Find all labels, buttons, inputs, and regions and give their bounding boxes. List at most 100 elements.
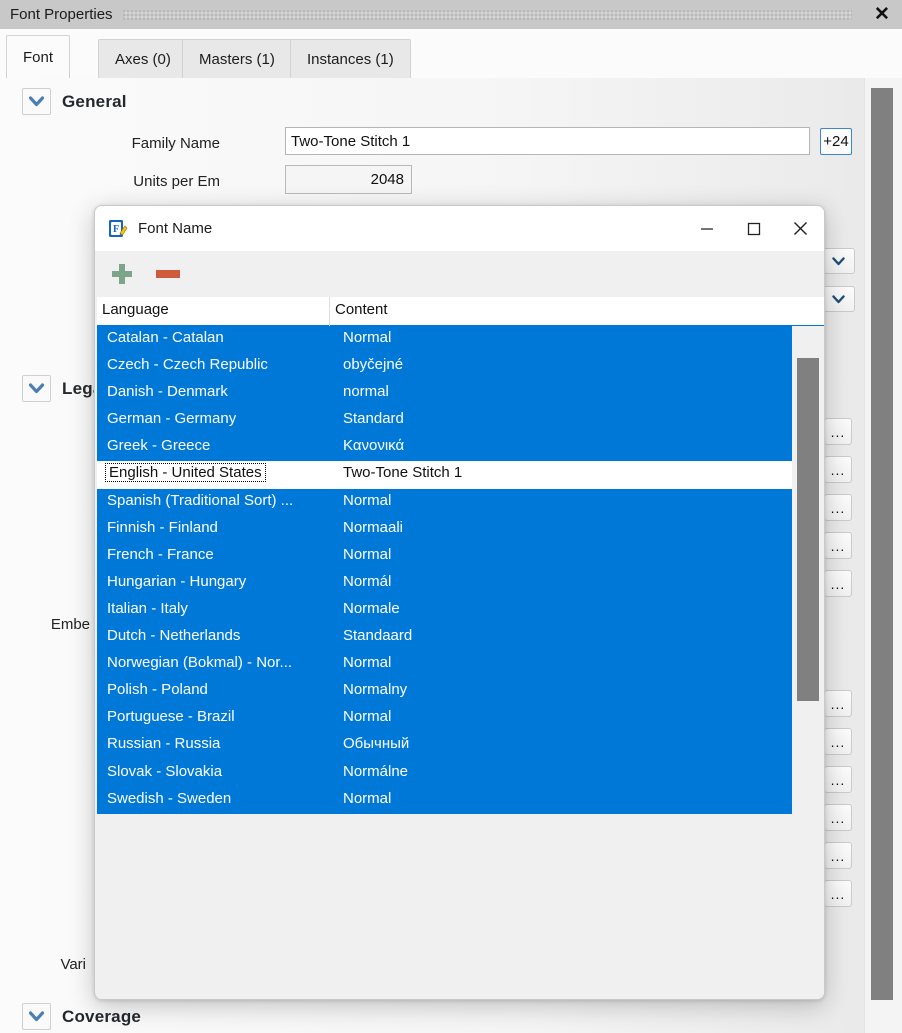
table-row[interactable]: German - Germany Standard (97, 407, 792, 435)
plus-24-button[interactable]: +24 (820, 128, 852, 155)
row-language: French - France (107, 545, 214, 563)
units-per-em-label: Units per Em (133, 173, 220, 190)
tab-strip: Font Axes (0) Masters (1) Instances (1) (0, 29, 902, 79)
section-coverage[interactable]: Coverage (22, 1003, 141, 1030)
row-language: Swedish - Sweden (107, 789, 232, 807)
section-coverage-label: Coverage (62, 1006, 142, 1026)
table-row[interactable]: Finnish - Finland Normaali (97, 515, 792, 543)
row-content: Normálne (343, 762, 409, 780)
tab-instances[interactable]: Instances (1) (290, 39, 411, 78)
row-content: Normál (343, 572, 392, 590)
browse-button-10[interactable]: ... (824, 842, 852, 869)
chevron-down-icon[interactable] (22, 375, 51, 402)
chevron-down-icon[interactable] (22, 88, 51, 115)
table-row[interactable]: Swedish - Sweden Normal (97, 786, 792, 814)
row-content: Normal (343, 789, 392, 807)
table-row[interactable]: Danish - Denmark normal (97, 380, 792, 408)
table-row[interactable]: Catalan - Catalan Normal (97, 326, 792, 354)
family-name-label: Family Name (131, 135, 220, 152)
row-content: normal (343, 383, 389, 401)
family-name-input[interactable]: Two-Tone Stitch 1 (285, 127, 810, 155)
row-content: Two-Tone Stitch 1 (343, 464, 463, 482)
row-language: Finnish - Finland (107, 518, 218, 536)
table-row[interactable]: Norwegian (Bokmal) - Nor... Normal (97, 651, 792, 679)
row-content: Standard (343, 410, 404, 428)
close-icon[interactable] (777, 206, 824, 251)
row-content: Normale (343, 599, 400, 617)
row-content: obyčejné (343, 356, 404, 374)
row-language: Spanish (Traditional Sort) ... (107, 491, 294, 509)
titlebar-gripper (122, 9, 852, 20)
table-row[interactable]: Italian - Italy Normale (97, 596, 792, 625)
close-icon[interactable]: ✕ (862, 0, 902, 29)
row-language: Catalan - Catalan (107, 329, 224, 346)
table-row[interactable]: Dutch - Netherlands Standaard (97, 624, 792, 652)
font-name-dialog: F Font Name Language Content Catalan - C… (94, 205, 825, 1000)
column-header-language[interactable]: Language (102, 301, 169, 318)
list-scrollbar-thumb[interactable] (797, 358, 819, 701)
table-row[interactable]: French - France Normal (97, 542, 792, 570)
embed-label: Embe (50, 616, 90, 633)
table-row-focused[interactable]: English - United States Two-Tone Stitch 1 (97, 461, 792, 489)
font-name-app-icon: F (108, 219, 128, 239)
row-content: Normal (343, 654, 392, 672)
column-divider[interactable] (329, 297, 330, 326)
table-row[interactable]: Czech - Czech Republic obyčejné (97, 353, 792, 381)
window-vertical-scrollbar[interactable] (864, 78, 902, 1033)
browse-button-5[interactable]: ... (824, 570, 852, 597)
list-column-headers: Language Content (97, 297, 824, 326)
remove-icon[interactable] (149, 257, 187, 291)
browse-button-11[interactable]: ... (824, 880, 852, 907)
table-row[interactable]: Spanish (Traditional Sort) ... Normal (97, 488, 792, 516)
browse-button-3[interactable]: ... (824, 494, 852, 521)
column-header-content[interactable]: Content (335, 301, 388, 318)
list-vertical-scrollbar[interactable] (792, 326, 824, 999)
browse-button-7[interactable]: ... (824, 728, 852, 755)
tab-axes[interactable]: Axes (0) (98, 39, 188, 78)
table-row[interactable]: Polish - Poland Normalny (97, 678, 792, 706)
minimize-icon[interactable] (683, 206, 730, 251)
browse-button-9[interactable]: ... (824, 804, 852, 831)
row-content: Κανονικά (343, 437, 405, 455)
browse-button-2[interactable]: ... (824, 456, 852, 483)
tab-masters[interactable]: Masters (1) (182, 39, 292, 78)
browse-button-6[interactable]: ... (824, 690, 852, 717)
chevron-down-icon[interactable] (22, 1003, 51, 1030)
row-content: Обычный (343, 735, 410, 753)
row-content: Normal (343, 491, 392, 509)
row-language: Portuguese - Brazil (107, 708, 235, 726)
row-language: Polish - Poland (107, 681, 208, 699)
table-row[interactable]: Russian - Russia Обычный (97, 732, 792, 760)
row-language: German - Germany (107, 410, 237, 428)
dialog-toolbar (95, 251, 824, 297)
table-row[interactable]: Slovak - Slovakia Normálne (97, 759, 792, 787)
window-titlebar: Font Properties ✕ (0, 0, 902, 29)
row-language: Hungarian - Hungary (107, 572, 247, 590)
section-general[interactable]: General (22, 88, 127, 115)
row-language: Danish - Denmark (107, 383, 228, 401)
tab-font[interactable]: Font (6, 35, 71, 78)
units-per-em-input[interactable]: 2048 (285, 165, 412, 194)
window-scrollbar-thumb[interactable] (871, 88, 893, 1000)
vari-label: Vari (60, 956, 86, 973)
row-language: English - United States (105, 463, 266, 483)
caret-button-2[interactable] (821, 286, 855, 312)
dialog-title: Font Name (138, 220, 213, 237)
list-empty-area (97, 814, 792, 999)
table-row[interactable]: Hungarian - Hungary Normál (97, 569, 792, 597)
table-row[interactable]: Greek - Greece Κανονικά (97, 434, 792, 462)
browse-button-1[interactable]: ... (824, 418, 852, 445)
row-language: Russian - Russia (107, 735, 221, 753)
row-language: Dutch - Netherlands (107, 627, 241, 645)
maximize-icon[interactable] (730, 206, 777, 251)
list-rows-container: Catalan - Catalan Normal Czech - Czech Re… (97, 326, 792, 814)
add-icon[interactable] (103, 257, 141, 291)
browse-button-4[interactable]: ... (824, 532, 852, 559)
font-name-list: Language Content Catalan - Catalan Normal… (97, 297, 824, 999)
row-content: Normal (343, 545, 392, 563)
caret-button-1[interactable] (821, 248, 855, 274)
browse-button-8[interactable]: ... (824, 766, 852, 793)
row-language: Slovak - Slovakia (107, 762, 223, 780)
table-row[interactable]: Portuguese - Brazil Normal (97, 705, 792, 733)
row-language: Italian - Italy (107, 599, 188, 617)
